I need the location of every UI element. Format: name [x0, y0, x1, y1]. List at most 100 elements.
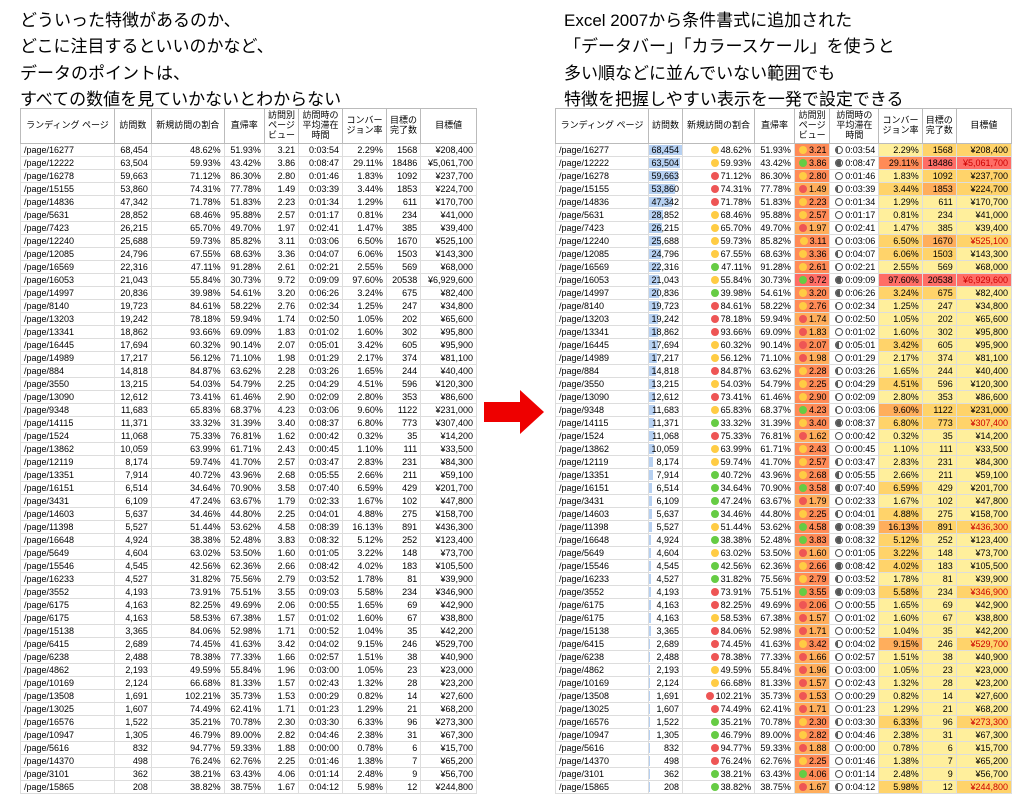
cell: 71.78%	[151, 195, 224, 208]
cell: 0:01:02	[299, 325, 343, 338]
cell: 2.30	[264, 715, 298, 728]
cell: 0:02:21	[299, 260, 343, 273]
cell: /page/12222	[21, 156, 115, 169]
cell-colorscale: ¥84,300	[956, 455, 1011, 468]
cell: 86.30%	[755, 169, 795, 182]
cell-moon: 0:01:02	[830, 611, 879, 624]
cell: /page/15546	[21, 559, 115, 572]
cell: 1.29%	[343, 702, 387, 715]
cell: 42.56%	[151, 559, 224, 572]
cell: /page/6175	[556, 611, 649, 624]
cell: 2.07	[264, 338, 298, 351]
cell-colorscale: 38	[922, 650, 956, 663]
cell: 1.05%	[343, 312, 387, 325]
cell: ¥42,200	[421, 624, 477, 637]
cell-moon: 0:01:46	[830, 754, 879, 767]
cell: /page/13341	[556, 325, 649, 338]
cell-icon: 34.64%	[682, 481, 754, 494]
cell-icon: 54.03%	[682, 377, 754, 390]
cell: 1.78%	[343, 572, 387, 585]
cell: 43.42%	[755, 156, 795, 169]
cell: 247	[386, 299, 420, 312]
cell-moon: 0:00:00	[830, 741, 879, 754]
cell-colorscale: 5.58%	[879, 585, 923, 598]
cell-databar: 13,215	[649, 377, 683, 390]
col-goal: 目標値	[421, 109, 477, 144]
cell: 58.53%	[151, 611, 224, 624]
cell: 33.32%	[151, 416, 224, 429]
cell: /page/16445	[556, 338, 649, 351]
cell: /page/14989	[21, 351, 115, 364]
cell: 85.82%	[224, 234, 264, 247]
cell-icon: 3.20	[794, 286, 830, 299]
cell-colorscale: 111	[922, 442, 956, 455]
cell: 62.41%	[755, 702, 795, 715]
cell-moon: 0:03:00	[830, 663, 879, 676]
cell: 0:03:00	[299, 663, 343, 676]
cell-colorscale: ¥65,200	[956, 754, 1011, 767]
cell-icon: 51.44%	[682, 520, 754, 533]
cell: 4,924	[114, 533, 151, 546]
cell-icon: 1.57	[794, 676, 830, 689]
cell-colorscale: 3.42%	[879, 338, 923, 351]
cell: 84.61%	[151, 299, 224, 312]
cell-icon: 71.78%	[682, 195, 754, 208]
cell: 3.11	[264, 234, 298, 247]
cell: 1.57	[264, 611, 298, 624]
cell: /page/4862	[21, 663, 115, 676]
cell: 2,124	[114, 676, 151, 689]
cell: ¥237,700	[421, 169, 477, 182]
cell: 59.94%	[224, 312, 264, 325]
cell: 6.80%	[343, 416, 387, 429]
cell-moon: 0:09:09	[830, 273, 879, 286]
cell: 48.62%	[151, 143, 224, 156]
cell: 41.63%	[755, 637, 795, 650]
cell: 51.44%	[151, 520, 224, 533]
cell: ¥38,800	[421, 611, 477, 624]
cell: ¥170,700	[421, 195, 477, 208]
cell: 0:04:02	[299, 637, 343, 650]
cell-colorscale: 234	[922, 208, 956, 221]
cell: 9.72	[264, 273, 298, 286]
cell: /page/12222	[556, 156, 649, 169]
cell-colorscale: ¥73,700	[956, 546, 1011, 559]
cell: 0:01:17	[299, 208, 343, 221]
cell: /page/5649	[556, 546, 649, 559]
cell-databar: 832	[649, 741, 683, 754]
cell: 1.88	[264, 741, 298, 754]
cell: ¥158,700	[421, 507, 477, 520]
cell-icon: 84.61%	[682, 299, 754, 312]
cell-colorscale: 385	[922, 221, 956, 234]
cell-icon: 74.31%	[682, 182, 754, 195]
cell: 1.65%	[343, 364, 387, 377]
cell: 7	[386, 754, 420, 767]
cell-colorscale: ¥42,900	[956, 598, 1011, 611]
cell: ¥224,700	[421, 182, 477, 195]
cell-icon: 1.74	[794, 312, 830, 325]
cell: 611	[386, 195, 420, 208]
cell: /page/12119	[21, 455, 115, 468]
cell-colorscale: 6.59%	[879, 481, 923, 494]
cell: /page/14370	[556, 754, 649, 767]
cell: 61.71%	[224, 442, 264, 455]
cell-colorscale: ¥68,000	[956, 260, 1011, 273]
cell-colorscale: 0.82%	[879, 689, 923, 702]
cell: 4.02%	[343, 559, 387, 572]
cell-colorscale: ¥40,900	[956, 650, 1011, 663]
col-avgtime: 訪問時の平均滞在時間	[299, 109, 343, 144]
cell: 2.66	[264, 559, 298, 572]
cell: /page/16576	[556, 715, 649, 728]
cell: 0:01:29	[299, 351, 343, 364]
cell-icon: 3.42	[794, 637, 830, 650]
cell-icon: 59.73%	[682, 234, 754, 247]
cell-colorscale: ¥68,200	[956, 702, 1011, 715]
cell-icon: 73.91%	[682, 585, 754, 598]
cell: 30.73%	[755, 273, 795, 286]
cell: /page/13090	[556, 390, 649, 403]
cell: 89.00%	[224, 728, 264, 741]
cell-colorscale: ¥39,400	[956, 221, 1011, 234]
cell: 63.43%	[755, 767, 795, 780]
cell: 1,607	[114, 702, 151, 715]
cell: 0:01:02	[299, 611, 343, 624]
cell-icon: 1.60	[794, 546, 830, 559]
